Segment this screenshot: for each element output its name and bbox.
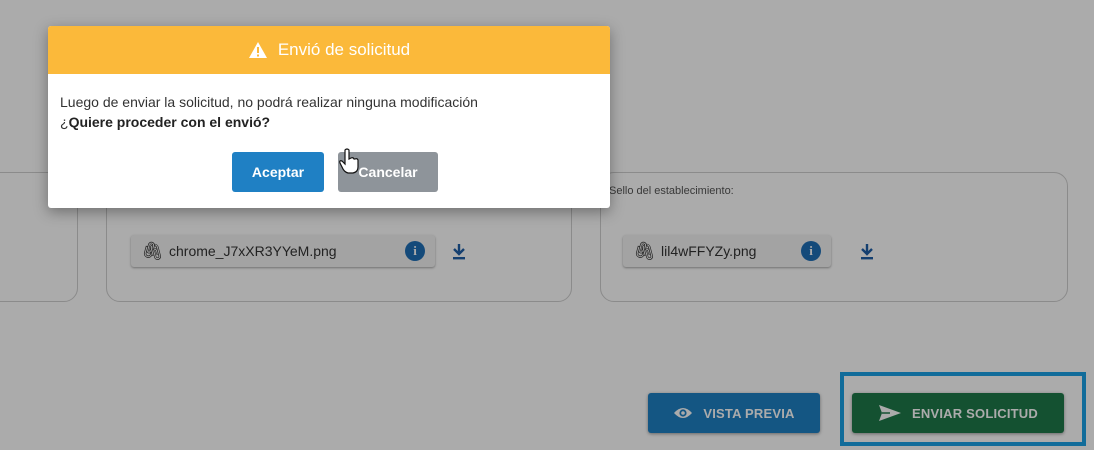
accept-button[interactable]: Aceptar (232, 152, 324, 192)
dialog-body: Luego de enviar la solicitud, no podrá r… (48, 74, 610, 132)
dialog-header: Envió de solicitud (48, 26, 610, 74)
question-text: Quiere proceder con el envió? (68, 114, 271, 130)
question-prefix: ¿ (60, 114, 69, 130)
dialog-message: Luego de enviar la solicitud, no podrá r… (60, 94, 478, 110)
dialog-question: ¿Quiere proceder con el envió? (60, 112, 598, 132)
dialog-title: Envió de solicitud (277, 40, 411, 59)
hand-cursor-icon (339, 148, 359, 174)
confirmation-dialog: Envió de solicitud Luego de enviar la so… (48, 26, 610, 208)
warning-icon (248, 41, 268, 59)
